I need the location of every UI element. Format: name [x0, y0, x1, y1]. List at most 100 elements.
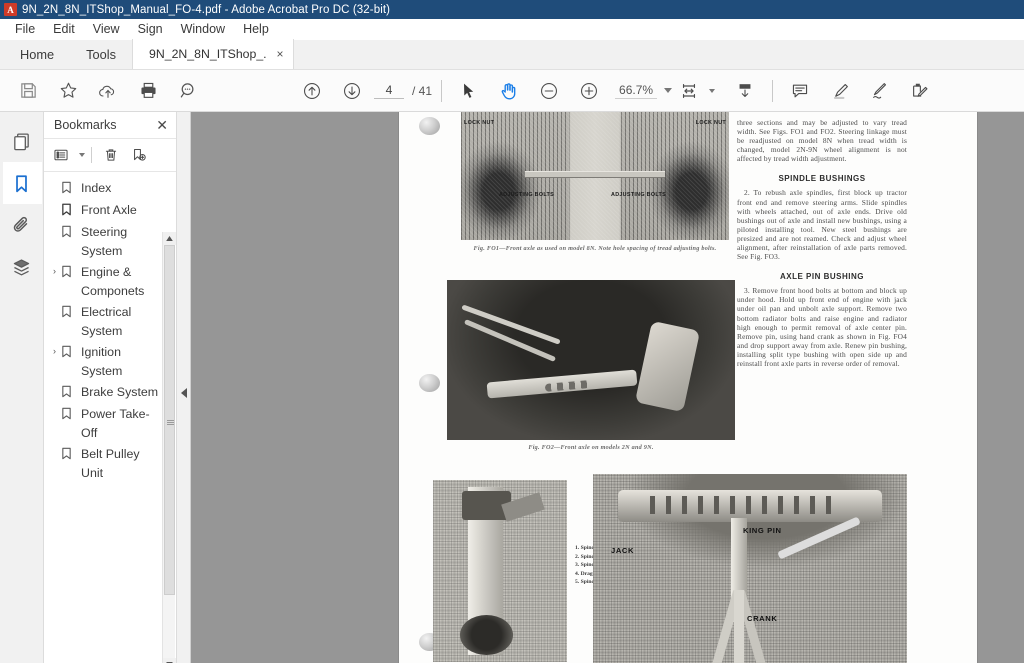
bookmark-icon — [61, 445, 77, 465]
layers-icon[interactable] — [3, 246, 41, 288]
close-tab-icon[interactable]: × — [273, 47, 287, 61]
main-body: Bookmarks ✕ Index Front Axle Steering Sy… — [0, 112, 1024, 663]
main-toolbar: / 41 66.7% — [0, 70, 1024, 112]
bookmarks-panel-header: Bookmarks ✕ — [44, 112, 176, 139]
tab-document[interactable]: 9N_2N_8N_ITShop_... × — [132, 39, 295, 69]
scrollbar-thumb[interactable] — [164, 245, 175, 595]
section-heading-axle-pin-bushing: AXLE PIN BUSHING — [779, 272, 864, 282]
bookmarks-icon[interactable] — [2, 162, 42, 204]
figure-label-adjusting-bolts-right: ADJUSTING BOLTS — [611, 192, 667, 198]
bookmarks-panel-title: Bookmarks — [54, 118, 117, 132]
print-icon[interactable] — [128, 71, 168, 111]
expand-chevron-icon[interactable]: › — [48, 343, 61, 356]
scroll-up-icon[interactable] — [163, 232, 176, 245]
collapse-sidebar-handle[interactable] — [177, 112, 191, 663]
close-panel-icon[interactable]: ✕ — [156, 118, 168, 132]
bookmark-label: Steering System — [81, 225, 128, 258]
menu-item-window[interactable]: Window — [172, 21, 234, 37]
expand-placeholder — [48, 201, 61, 204]
bookmark-label: Belt Pulley Unit — [81, 447, 140, 480]
hand-tool-icon[interactable] — [489, 71, 529, 111]
tab-home[interactable]: Home — [4, 39, 70, 69]
tab-document-label: 9N_2N_8N_ITShop_... — [149, 47, 268, 61]
bookmark-label: Ignition System — [81, 345, 123, 378]
figure-label-lock-nut-left: LOCK NUT — [464, 120, 495, 126]
bookmark-item-steering-system[interactable]: Steering System — [44, 222, 176, 262]
figure-label-adjusting-bolts-left: ADJUSTING BOLTS — [499, 192, 555, 198]
delete-bookmark-icon[interactable] — [98, 143, 124, 167]
read-mode-icon[interactable] — [725, 71, 765, 111]
previous-page-icon[interactable] — [292, 71, 332, 111]
star-icon[interactable] — [48, 71, 88, 111]
bookmark-item-electrical-system[interactable]: Electrical System — [44, 302, 176, 342]
select-cursor-icon[interactable] — [449, 71, 489, 111]
page-total-value: 41 — [418, 83, 433, 98]
save-icon[interactable] — [8, 71, 48, 111]
page-thumbnails-icon[interactable] — [3, 120, 41, 162]
menu-item-view[interactable]: View — [84, 21, 129, 37]
figure-label-king-pin: KING PIN — [743, 526, 782, 535]
punch-hole — [419, 117, 440, 135]
bookmark-item-belt-pulley-unit[interactable]: Belt Pulley Unit — [44, 444, 176, 484]
navigation-rail — [0, 112, 44, 663]
menu-item-sign[interactable]: Sign — [129, 21, 172, 37]
attachments-icon[interactable] — [3, 204, 41, 246]
search-icon[interactable] — [168, 71, 208, 111]
expand-placeholder — [48, 223, 61, 226]
bookmark-icon — [61, 223, 77, 243]
bookmark-icon — [61, 343, 77, 363]
bookmark-label: Index — [81, 181, 112, 195]
fit-page-icon[interactable] — [672, 71, 706, 111]
zoom-out-icon[interactable] — [529, 71, 569, 111]
new-bookmark-icon[interactable] — [126, 143, 152, 167]
bookmark-item-brake-system[interactable]: Brake System — [44, 382, 176, 404]
stamp-sign-icon[interactable] — [900, 71, 940, 111]
figure-fo1-caption: Fig. FO1—Front axle as used on model 8N.… — [473, 245, 717, 252]
chevron-down-icon[interactable] — [664, 88, 673, 93]
figure-fo4-image: JACK KING PIN CRANK — [593, 474, 907, 663]
tab-tools[interactable]: Tools — [70, 39, 132, 69]
bookmark-label: Power Take-Off — [81, 407, 150, 440]
menu-item-help[interactable]: Help — [234, 21, 278, 37]
body-paragraph-3: 3. Remove front hood bolts at bottom and… — [737, 286, 907, 368]
expand-placeholder — [48, 383, 61, 386]
highlight-icon[interactable] — [820, 71, 860, 111]
page-navigation: / 41 — [374, 82, 433, 99]
expand-chevron-icon[interactable]: › — [48, 263, 61, 276]
comment-icon[interactable] — [780, 71, 820, 111]
page-number-input[interactable] — [374, 82, 404, 99]
fit-page-chevron-icon[interactable] — [709, 88, 716, 93]
zoom-in-icon[interactable] — [569, 71, 609, 111]
bookmark-icon — [61, 179, 77, 199]
scanned-page-surface: LOCK NUT LOCK NUT ADJUSTING BOLTS ADJUST… — [399, 112, 977, 663]
bookmark-item-engine-components[interactable]: › Engine & Componets — [44, 262, 176, 302]
zoom-control[interactable]: 66.7% — [615, 83, 673, 99]
toolbar-divider-2 — [772, 79, 774, 102]
zoom-level-value: 66.7% — [615, 83, 658, 99]
expand-placeholder — [48, 445, 61, 448]
menu-item-file[interactable]: File — [6, 21, 44, 37]
bookmark-item-index[interactable]: Index — [44, 178, 176, 200]
bookmark-label: Front Axle — [81, 203, 137, 217]
next-page-icon[interactable] — [332, 71, 372, 111]
upload-cloud-icon[interactable] — [88, 71, 128, 111]
scroll-down-icon[interactable] — [163, 658, 176, 663]
bookmark-label: Electrical System — [81, 305, 132, 338]
body-paragraph-2: 2. To rebush axle spindles, first block … — [737, 188, 907, 262]
options-chevron-icon[interactable] — [79, 153, 85, 157]
bookmarks-scrollbar[interactable] — [162, 232, 176, 663]
bookmark-item-power-take-off[interactable]: Power Take-Off — [44, 404, 176, 444]
document-viewport[interactable]: LOCK NUT LOCK NUT ADJUSTING BOLTS ADJUST… — [191, 112, 1024, 663]
draw-icon[interactable] — [860, 71, 900, 111]
figure-fo2-caption: Fig. FO2—Front axle on models 2N and 9N. — [528, 444, 654, 451]
tab-strip: Home Tools 9N_2N_8N_ITShop_... × — [0, 39, 1024, 70]
menu-item-edit[interactable]: Edit — [44, 21, 84, 37]
bookmark-item-ignition-system[interactable]: › Ignition System — [44, 342, 176, 382]
window-titlebar: A 9N_2N_8N_ITShop_Manual_FO-4.pdf - Adob… — [0, 0, 1024, 19]
options-list-icon[interactable] — [48, 143, 74, 167]
bookmarks-toolbar-divider — [91, 147, 92, 163]
acrobat-app-icon: A — [4, 3, 17, 16]
bookmark-item-front-axle[interactable]: Front Axle — [44, 200, 176, 222]
bookmarks-list[interactable]: Index Front Axle Steering System › Engin… — [44, 172, 176, 663]
figure-fo3-image — [433, 480, 567, 662]
